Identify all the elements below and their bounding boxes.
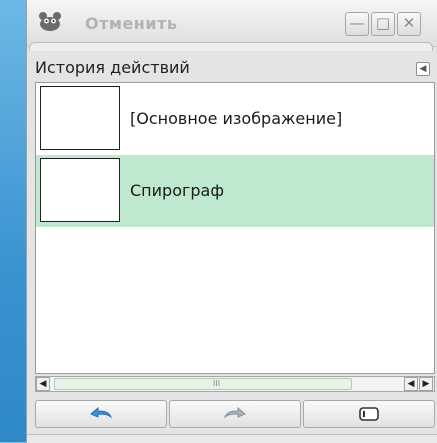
- history-item-label: [Основное изображение]: [130, 109, 343, 128]
- close-button[interactable]: ✕: [397, 12, 421, 36]
- history-item-base-image[interactable]: [Основное изображение]: [36, 83, 434, 155]
- maximize-button[interactable]: □: [371, 12, 395, 36]
- close-icon: ✕: [402, 14, 416, 32]
- undo-icon: [90, 406, 113, 419]
- gimp-icon: [39, 12, 61, 31]
- history-list: [Основное изображение] Спирограф: [35, 82, 435, 374]
- horizontal-scrollbar[interactable]: ◀ III ◀ ▶: [35, 376, 435, 392]
- arrow-left-icon: ◀: [407, 379, 415, 389]
- minimize-icon: —: [349, 14, 365, 32]
- scroll-left-button[interactable]: ◀: [36, 377, 50, 391]
- triangle-left-icon: ◀: [419, 64, 427, 74]
- clear-history-button[interactable]: [303, 400, 435, 428]
- panel-title: История действий: [35, 58, 190, 77]
- arrow-left-icon: ◀: [39, 379, 47, 389]
- scroll-right-button[interactable]: ▶: [419, 377, 433, 391]
- panel-menu-button[interactable]: ◀: [416, 62, 430, 76]
- arrow-right-icon: ▶: [422, 379, 430, 389]
- history-item-spirograph[interactable]: Спирограф: [36, 155, 434, 227]
- redo-button[interactable]: [169, 400, 301, 428]
- clear-history-icon: [359, 407, 379, 421]
- redo-icon: [223, 406, 246, 419]
- scrollbar-thumb[interactable]: III: [54, 378, 352, 390]
- history-item-label: Спирограф: [130, 181, 225, 200]
- maximize-icon: □: [375, 14, 391, 32]
- scroll-left-button-right[interactable]: ◀: [404, 377, 418, 391]
- dock-tab: [29, 42, 433, 51]
- window-titlebar[interactable]: Отменить — □ ✕: [27, 0, 437, 47]
- image-thumbnail: [40, 86, 120, 150]
- undo-history-window: Отменить — □ ✕ История действий ◀ [Основ…: [26, 0, 437, 443]
- undo-button[interactable]: [35, 400, 167, 428]
- grip-icon: III: [213, 379, 221, 388]
- window-title: Отменить: [85, 14, 178, 33]
- desktop-background: [0, 0, 28, 442]
- image-thumbnail: [40, 158, 120, 222]
- minimize-button[interactable]: —: [345, 12, 369, 36]
